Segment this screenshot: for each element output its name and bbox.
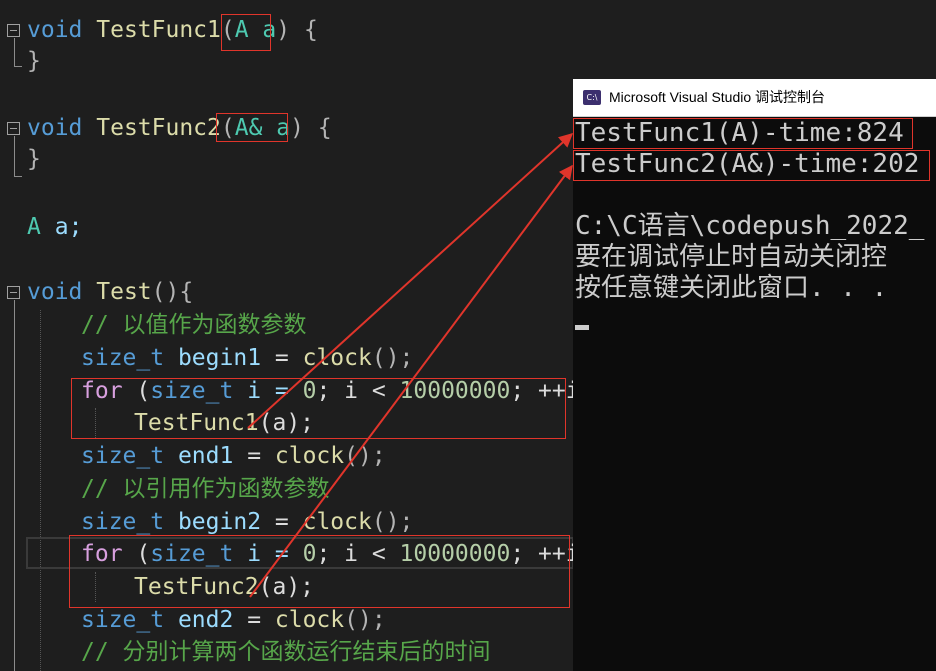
fold-guide [14,38,15,66]
code-line-begin1[interactable]: size_t begin1 = clock(); [81,342,413,374]
code-line-testfunc1[interactable]: void TestFunc1(A a) { [27,14,318,46]
keyword-void: void [27,279,83,305]
paren: (); [371,345,414,371]
debug-console-window[interactable]: C:\ Microsoft Visual Studio 调试控制台 TestFu… [573,79,936,671]
brace: } [27,146,41,172]
brace: { [317,115,332,141]
code-comment[interactable]: // 以值作为函数参数 [81,309,307,341]
annotation-box-loop1 [71,378,566,439]
console-titlebar[interactable]: C:\ Microsoft Visual Studio 调试控制台 [573,79,936,117]
keyword-void: void [27,115,83,141]
code-line-begin2[interactable]: size_t begin2 = clock(); [81,506,413,538]
fold-guide-end [14,66,22,67]
operator: = [233,443,275,469]
paren: () [151,279,180,305]
function-call: clock [302,345,372,371]
function-call: clock [302,509,372,535]
function-name: TestFunc2 [96,115,221,141]
paren: (); [344,443,386,469]
console-app-icon: C:\ [583,90,601,105]
paren: (); [371,509,414,535]
function-call: clock [274,607,345,633]
collapse-icon[interactable] [7,24,20,37]
brace: } [27,48,41,74]
type-name: size_t [81,509,165,535]
variable: a; [54,214,83,240]
keyword-void: void [27,17,83,43]
fold-guide-end [14,176,22,177]
indent-guide [40,310,41,671]
type-name: size_t [81,345,165,371]
type-name: size_t [81,607,165,633]
variable: end2 [177,607,234,633]
code-line-global[interactable]: A a; [27,211,82,243]
fold-guide [14,136,15,176]
paren: ) [276,17,291,43]
function-name: Test [96,279,152,305]
operator: = [261,345,303,371]
operator: = [233,607,275,633]
code-line-close[interactable]: } [27,143,41,175]
paren: (); [344,607,386,633]
variable: begin2 [177,509,262,535]
collapse-icon[interactable] [7,122,20,135]
code-line-end1[interactable]: size_t end1 = clock(); [81,440,386,472]
console-output-line: 按任意键关闭此窗口. . . [575,273,888,303]
variable: begin1 [177,345,262,371]
brace: { [304,17,318,43]
type-name: A [27,214,41,240]
annotation-box-output1 [573,118,913,149]
console-cursor [575,325,589,330]
console-output-line: 要在调试停止时自动关闭控 [575,242,888,272]
code-comment[interactable]: // 以引用作为函数参数 [81,473,330,505]
variable: end1 [177,443,234,469]
type-name: size_t [81,443,165,469]
code-line-test[interactable]: void Test(){ [27,276,193,308]
paren: ) [290,115,304,141]
code-comment[interactable]: // 分别计算两个函数运行结束后的时间 [81,636,491,668]
annotation-box-param1 [221,14,271,51]
function-call: clock [274,443,345,469]
annotation-box-loop2 [69,535,570,608]
console-title: Microsoft Visual Studio 调试控制台 [609,89,826,105]
collapse-icon[interactable] [7,286,20,299]
code-line-end2[interactable]: size_t end2 = clock(); [81,604,386,636]
brace: { [179,279,194,305]
annotation-box-output2 [573,150,930,181]
annotation-box-param2 [216,113,288,142]
fold-guide [14,300,15,671]
console-output-line: C:\C语言\codepush_2022_ [575,211,925,241]
function-name: TestFunc1 [96,17,221,43]
operator: = [261,509,303,535]
code-line-close[interactable]: } [27,45,41,77]
